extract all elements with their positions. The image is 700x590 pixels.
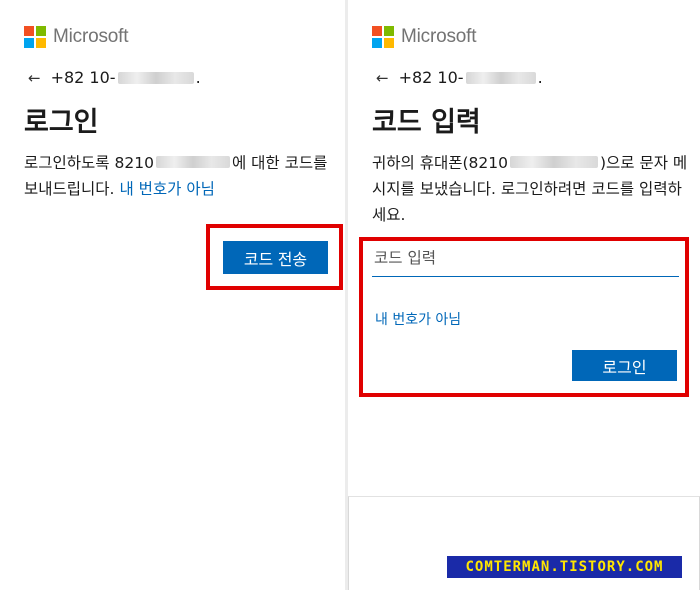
back-arrow-icon[interactable]: ← bbox=[28, 69, 41, 87]
enter-code-screen: Microsoft ← +82 10- . 코드 입력 귀하의 휴대폰(8210… bbox=[348, 0, 700, 590]
send-code-screen: Microsoft ← +82 10- . 로그인 로그인하도록 8210 에 대… bbox=[0, 0, 345, 590]
redacted-phone-digits bbox=[509, 156, 598, 168]
code-input[interactable] bbox=[372, 244, 679, 277]
not-my-number-link[interactable]: 내 번호가 아님 bbox=[375, 309, 461, 329]
login-button[interactable]: 로그인 bbox=[572, 350, 677, 381]
redacted-phone-digits bbox=[117, 71, 194, 84]
microsoft-logo-text: Microsoft bbox=[53, 26, 129, 47]
page-title: 로그인 bbox=[24, 107, 99, 138]
phone-prefix: +82 10- bbox=[398, 68, 464, 87]
watermark: COMTERMAN.TISTORY.COM bbox=[447, 556, 682, 578]
redacted-phone-digits bbox=[465, 71, 536, 84]
page-title: 코드 입력 bbox=[372, 107, 481, 138]
microsoft-logo: Microsoft bbox=[372, 26, 476, 48]
phone-suffix: . bbox=[195, 68, 201, 87]
phone-prefix: +82 10- bbox=[50, 68, 116, 87]
back-arrow-icon[interactable]: ← bbox=[376, 69, 389, 87]
microsoft-logo: Microsoft bbox=[24, 26, 128, 48]
microsoft-logo-text: Microsoft bbox=[401, 26, 477, 47]
redacted-phone-digits bbox=[155, 156, 230, 168]
not-my-number-link[interactable]: 내 번호가 아님 bbox=[119, 180, 214, 198]
phone-identity: ← +82 10- . bbox=[376, 68, 543, 87]
microsoft-squares-icon bbox=[372, 26, 394, 48]
instruction-text: 귀하의 휴대폰(8210)으로 문자 메시지를 보냈습니다. 로그인하려면 코드… bbox=[372, 154, 688, 224]
send-code-button[interactable]: 코드 전송 bbox=[223, 241, 328, 274]
instruction-text: 로그인하도록 8210 에 대한 코드를 보내드립니다. 내 번호가 아님 bbox=[24, 154, 328, 198]
microsoft-squares-icon bbox=[24, 26, 46, 48]
phone-suffix: . bbox=[537, 68, 543, 87]
phone-identity: ← +82 10- . bbox=[28, 68, 201, 87]
